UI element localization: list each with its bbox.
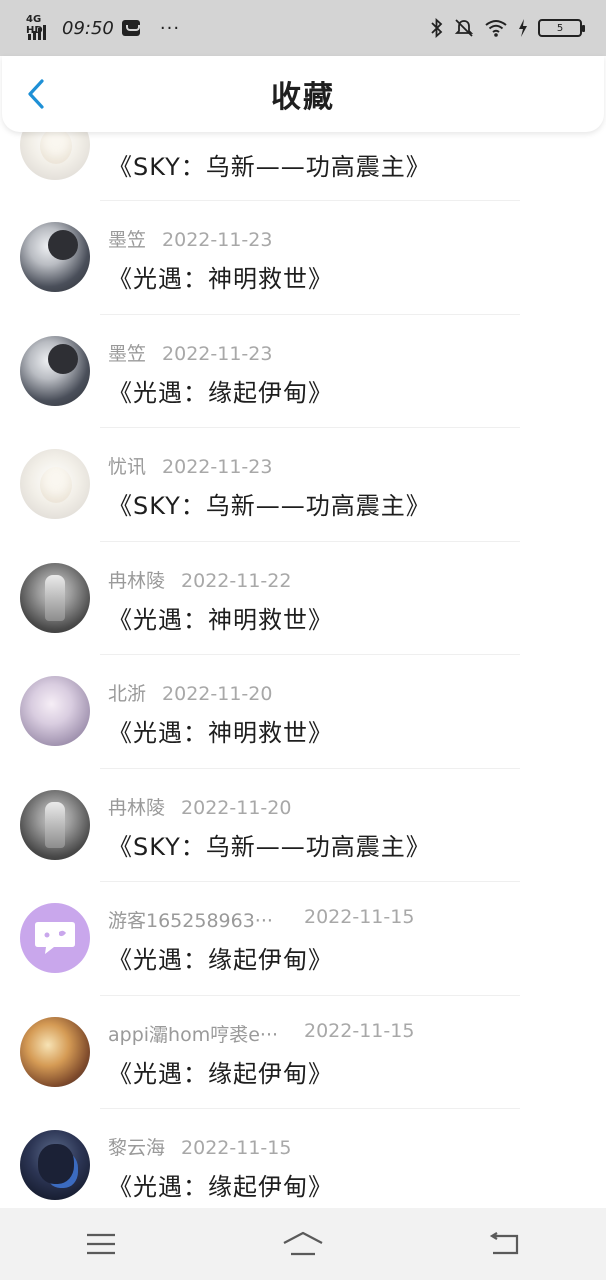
item-meta: 黎云海 2022-11-15	[108, 1133, 291, 1160]
status-time: 09:50	[62, 17, 114, 39]
author-name[interactable]: 冉林陵	[108, 566, 165, 593]
author-name[interactable]: 墨笠	[108, 225, 146, 252]
battery-icon: 5	[538, 19, 585, 37]
item-title: 《光遇：缘起伊甸》	[108, 1173, 333, 1201]
post-date: 2022-11-23	[162, 229, 273, 251]
notification-icon	[121, 20, 140, 36]
author-name[interactable]: 北浙	[108, 679, 146, 706]
return-icon	[489, 1232, 519, 1255]
list-item[interactable]: 冉林陵 2022-11-20 《SKY：乌新——功高震主》	[0, 769, 606, 882]
item-meta: 忧讯 2022-11-23	[108, 452, 272, 479]
list-item[interactable]: 墨笠 2022-11-23 《光遇：缘起伊甸》	[0, 315, 606, 428]
avatar	[20, 676, 90, 746]
avatar	[20, 1130, 90, 1200]
wifi-icon	[485, 20, 507, 37]
item-meta: 冉林陵 2022-11-20	[108, 793, 291, 820]
item-meta: 游客165258963··· 2022-11-15	[108, 906, 414, 933]
signal-icon: 4G HD	[26, 14, 54, 40]
system-nav-bar	[0, 1208, 606, 1280]
list-item[interactable]: 北浙 2022-11-20 《光遇：神明救世》	[0, 655, 606, 769]
item-title: 《光遇：缘起伊甸》	[108, 1059, 333, 1088]
chat-bubble-icon	[35, 922, 75, 954]
list-item[interactable]: 忧讯 2022-11-23 《SKY：乌新——功高震主》	[0, 428, 606, 542]
avatar	[20, 562, 90, 633]
item-title: 《光遇：神明救世》	[108, 605, 333, 634]
menu-button[interactable]	[69, 1220, 133, 1268]
item-title: 《SKY：乌新——功高震主》	[108, 492, 431, 520]
author-name[interactable]: 冉林陵	[108, 793, 165, 820]
list-item[interactable]: 黎云海 2022-11-15 《光遇：缘起伊甸》	[0, 1109, 606, 1223]
item-meta: 冉林陵 2022-11-22	[108, 566, 291, 593]
system-back-button[interactable]	[473, 1220, 537, 1268]
post-date: 2022-11-20	[162, 683, 273, 705]
item-title: 《SKY：乌新——功高震主》	[108, 832, 431, 861]
avatar	[20, 903, 90, 973]
item-meta: 墨笠 2022-11-23	[108, 339, 272, 366]
charging-icon	[519, 19, 527, 37]
avatar	[20, 335, 90, 406]
battery-level: 5	[556, 22, 564, 34]
list-item[interactable]: appi灞hom哼裘e··· 2022-11-15 《光遇：缘起伊甸》	[0, 996, 606, 1109]
post-date: 2022-11-23	[162, 342, 273, 365]
status-bar: 4G HD 09:50 ··· 5	[0, 0, 606, 56]
item-meta: 墨笠 2022-11-23	[108, 225, 272, 252]
list-item[interactable]: 游客165258963··· 2022-11-15 《光遇：缘起伊甸》	[0, 882, 606, 996]
author-name[interactable]: appi灞hom哼裘e···	[108, 1020, 278, 1047]
author-name[interactable]: 游客165258963···	[108, 906, 273, 933]
page-title: 收藏	[271, 80, 335, 115]
item-meta: appi灞hom哼裘e··· 2022-11-15	[108, 1020, 414, 1047]
item-title: 《光遇：神明救世》	[108, 719, 333, 747]
item-title: 《光遇：缘起伊甸》	[108, 378, 333, 407]
item-meta: 北浙 2022-11-20	[108, 679, 272, 706]
list-item[interactable]: 墨笠 2022-11-23 《光遇：神明救世》	[0, 201, 606, 315]
item-title: 《SKY：乌新——功高震主》	[108, 153, 431, 181]
chevron-left-icon	[28, 79, 44, 109]
app-header: 收藏	[2, 56, 604, 132]
post-date: 2022-11-22	[181, 569, 292, 592]
favorites-list: 《SKY：乌新——功高震主》 墨笠 2022-11-23 《光遇：神明救世》 墨笠…	[0, 90, 606, 1223]
home-button[interactable]	[271, 1220, 335, 1268]
post-date: 2022-11-15	[181, 1137, 292, 1159]
back-button[interactable]	[20, 76, 52, 112]
avatar	[20, 1016, 90, 1087]
list-item[interactable]: 冉林陵 2022-11-22 《光遇：神明救世》	[0, 542, 606, 655]
home-icon	[283, 1231, 323, 1256]
author-name[interactable]: 墨笠	[108, 339, 146, 366]
author-name[interactable]: 黎云海	[108, 1133, 165, 1160]
post-date: 2022-11-23	[162, 456, 273, 478]
post-date: 2022-11-20	[181, 796, 292, 819]
avatar	[20, 222, 90, 292]
post-date: 2022-11-15	[304, 1019, 415, 1042]
avatar	[20, 449, 90, 519]
item-title: 《光遇：神明救世》	[108, 265, 333, 293]
mute-icon	[454, 19, 474, 37]
avatar	[20, 789, 90, 860]
menu-icon	[87, 1233, 115, 1255]
item-title: 《光遇：缘起伊甸》	[108, 946, 333, 974]
bluetooth-icon	[431, 18, 443, 38]
author-name[interactable]: 忧讯	[108, 452, 146, 479]
more-notifications: ···	[159, 17, 181, 39]
post-date: 2022-11-15	[304, 906, 415, 928]
